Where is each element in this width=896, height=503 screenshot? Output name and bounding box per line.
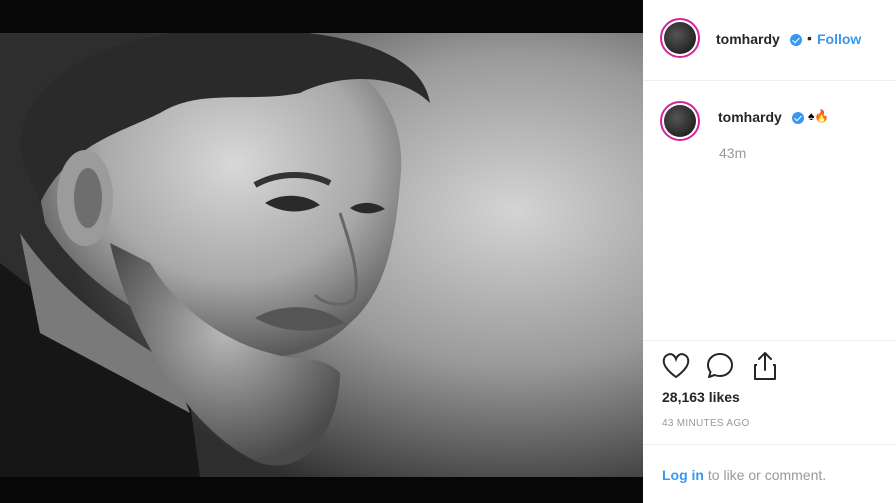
avatar-image [664, 105, 696, 137]
caption-avatar[interactable] [660, 101, 700, 141]
caption-username[interactable]: tomhardy [718, 109, 782, 125]
photo-container [0, 0, 643, 503]
share-upload-icon[interactable] [751, 350, 779, 382]
author-username[interactable]: tomhardy [716, 31, 780, 47]
actions-divider [643, 340, 896, 341]
comment-bubble-icon[interactable] [705, 351, 735, 381]
portrait-illustration [0, 33, 643, 477]
follow-button[interactable]: Follow [817, 31, 861, 47]
likes-count[interactable]: 28,163 likes [662, 389, 740, 405]
post-header: tomhardy • Follow [643, 0, 896, 81]
verified-badge-icon [790, 34, 802, 46]
avatar-image [664, 22, 696, 54]
separator-dot: • [807, 30, 812, 46]
comment-divider [643, 444, 896, 445]
caption-text: ♠🔥 [808, 109, 830, 123]
caption-timestamp[interactable]: 43m [719, 145, 746, 161]
instagram-post-view: tomhardy • Follow tomhardy ♠🔥 43m 28,163… [0, 0, 896, 503]
author-avatar[interactable] [660, 18, 700, 58]
post-photo[interactable] [0, 33, 643, 477]
login-suffix: to like or comment. [704, 467, 827, 483]
post-timestamp[interactable]: 43 MINUTES AGO [662, 418, 750, 429]
post-side-panel: tomhardy • Follow tomhardy ♠🔥 43m 28,163… [643, 0, 896, 503]
verified-badge-icon [792, 112, 804, 124]
heart-icon[interactable] [661, 352, 691, 380]
login-link[interactable]: Log in [662, 467, 704, 483]
login-prompt: Log in to like or comment. [662, 467, 826, 483]
